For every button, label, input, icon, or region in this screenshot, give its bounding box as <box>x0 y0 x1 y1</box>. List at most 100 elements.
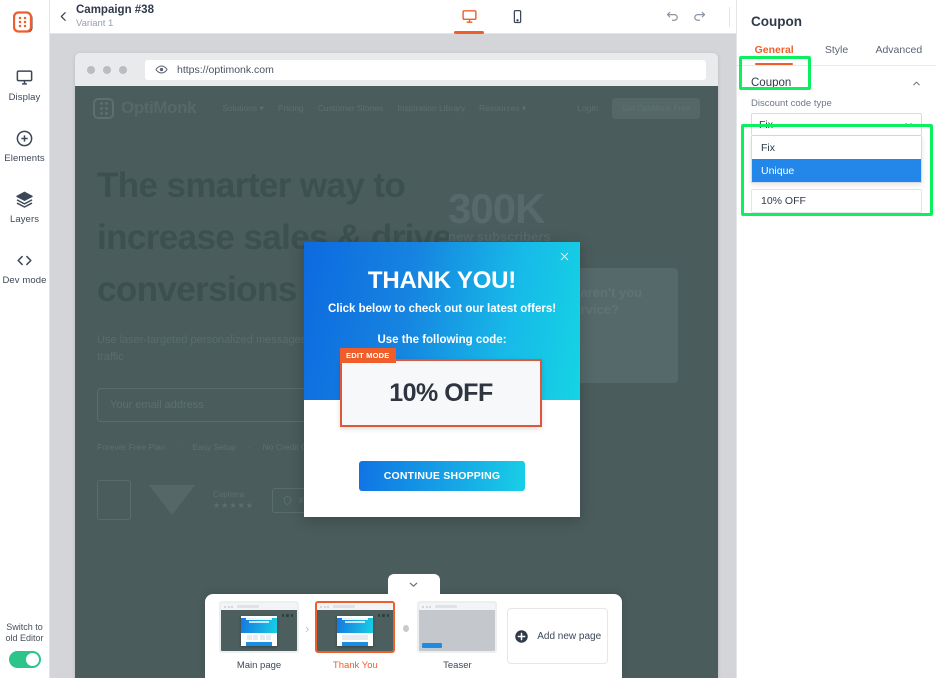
settings-panel: Coupon General Style Advanced Coupon Dis… <box>736 0 936 678</box>
discount-code-type-select[interactable]: Fix <box>751 113 922 136</box>
page-card-teaser[interactable]: Teaser <box>417 601 498 671</box>
sidebar-item-layers[interactable]: Layers <box>0 188 49 225</box>
tray-arrow-icon: › <box>305 620 310 636</box>
undo-icon[interactable] <box>665 9 680 24</box>
discount-code-type-label: Discount code type <box>751 98 832 109</box>
window-dots <box>87 65 127 74</box>
page-card-thank-you[interactable]: Thank You <box>315 601 396 671</box>
award-badge-icon <box>97 480 131 520</box>
page-card-main[interactable]: Main page <box>219 601 299 671</box>
page-thumbnail <box>219 601 299 653</box>
hero-meta-item: Easy Setup <box>192 442 236 452</box>
hero-meta-sep: · <box>247 442 251 452</box>
device-desktop-button[interactable] <box>454 0 484 34</box>
panel-tabs: General Style Advanced <box>737 37 936 66</box>
continue-shopping-button[interactable]: CONTINUE SHOPPING <box>359 461 525 491</box>
page-title: Campaign #38 <box>76 3 154 16</box>
tray-collapse-handle[interactable] <box>387 574 440 596</box>
option-unique[interactable]: Unique <box>752 159 921 182</box>
coupon-code-text: 10% OFF <box>389 378 493 407</box>
tray-dot-icon <box>403 624 410 632</box>
edit-mode-badge: EDIT MODE <box>340 348 397 363</box>
hero-meta-sep: · <box>177 442 181 452</box>
popup-code-intro: Use the following code: <box>377 334 507 346</box>
tab-style[interactable]: Style <box>805 37 867 65</box>
hero-meta-item: Forever Free Plan <box>97 442 166 452</box>
nav-link[interactable]: Resources ▾ <box>479 103 526 114</box>
page-label: Teaser <box>443 660 472 671</box>
browser-chrome-bar: https://optimonk.com <box>75 53 718 86</box>
page-label: Main page <box>236 660 282 671</box>
rail-nav: Display Elements Layers Dev mode <box>0 66 49 310</box>
chevron-down-icon <box>903 119 914 130</box>
layers-icon <box>15 188 34 210</box>
editor-app: Display Elements Layers Dev mode Switch … <box>0 0 936 678</box>
stat-number: 300K <box>448 185 545 232</box>
switch-editor-toggle[interactable] <box>8 651 41 668</box>
coupon-section-header[interactable]: Coupon <box>737 66 936 98</box>
toolbar-divider <box>728 6 730 27</box>
diamond-badge-icon <box>149 485 195 515</box>
site-brand: OptiMonk <box>121 98 197 117</box>
history-controls <box>665 9 719 24</box>
sidebar-item-dev-mode[interactable]: Dev mode <box>0 249 49 286</box>
optimonk-mark-icon <box>93 97 114 119</box>
optimonk-logo-icon[interactable] <box>12 10 38 36</box>
tab-advanced[interactable]: Advanced <box>868 37 930 65</box>
sidebar-item-label: Display <box>8 92 41 103</box>
option-fix[interactable]: Fix <box>752 136 921 159</box>
site-cta-button[interactable]: Get OptiMonk Free <box>611 97 700 119</box>
coupon-element[interactable]: EDIT MODE 10% OFF <box>340 348 542 427</box>
page-thumbnail <box>417 601 498 653</box>
shield-icon <box>282 495 293 506</box>
close-icon[interactable] <box>558 250 571 263</box>
discount-code-type-options: Fix Unique <box>751 136 922 183</box>
main-area: Campaign #38 Variant 1 https://optimonk.… <box>50 0 936 678</box>
add-new-page-button[interactable]: Add new page <box>507 608 608 664</box>
popup-heading: THANK YOU! <box>367 267 517 294</box>
site-nav-actions: Login Get OptiMonk Free <box>577 97 700 119</box>
eye-icon <box>155 63 168 76</box>
add-new-page-label: Add new page <box>537 630 602 642</box>
nav-link[interactable]: Pricing <box>278 103 304 114</box>
site-logo: OptiMonk <box>93 97 197 119</box>
capterra-badge: Capterra ★★★★★ <box>213 490 254 510</box>
popup-subheading: Click below to check out our latest offe… <box>327 303 557 315</box>
variant-label: Variant 1 <box>76 17 114 29</box>
chevron-up-icon[interactable] <box>911 78 922 89</box>
page-thumbnail <box>315 601 396 653</box>
nav-link[interactable]: Solutions ▾ <box>222 103 264 114</box>
site-nav-links: Solutions ▾ Pricing Customer Stories Ins… <box>222 103 526 114</box>
nav-link[interactable]: Inspiration Library <box>397 103 465 114</box>
nav-link[interactable]: Customer Stories <box>318 103 384 114</box>
switch-editor-label: Switch to old Editor <box>5 622 44 643</box>
tab-general[interactable]: General <box>743 37 805 65</box>
discount-code-type-group: Discount code type Fix Fix Unique 10% OF… <box>737 98 936 213</box>
sidebar-item-label: Elements <box>4 153 45 164</box>
monitor-icon <box>15 66 34 88</box>
pages-tray: Main page › Thank You Teaser Add new pag… <box>205 574 622 678</box>
panel-title: Coupon <box>751 14 802 29</box>
sidebar-item-elements[interactable]: Elements <box>0 127 49 164</box>
editor-canvas: https://optimonk.com OptiMonk Solutions … <box>50 34 736 678</box>
campaign-title-group: Campaign #38 Variant 1 <box>76 4 154 30</box>
code-brackets-icon <box>15 249 34 271</box>
device-mobile-button[interactable] <box>504 0 530 34</box>
switch-editor-group: Switch to old Editor <box>0 622 49 668</box>
coupon-box[interactable]: 10% OFF <box>340 359 542 427</box>
plus-circle-filled-icon <box>514 629 529 644</box>
thank-you-popup: THANK YOU! Click below to check out our … <box>304 242 580 517</box>
plus-circle-icon <box>15 127 34 149</box>
page-label: Thank You <box>332 660 378 671</box>
sidebar-item-display[interactable]: Display <box>0 66 49 103</box>
url-text: https://optimonk.com <box>177 63 274 76</box>
left-rail: Display Elements Layers Dev mode Switch … <box>0 0 50 678</box>
coupon-section-title: Coupon <box>751 77 792 89</box>
site-login-link[interactable]: Login <box>577 103 598 113</box>
back-chevron-icon[interactable] <box>50 10 76 23</box>
coupon-code-input[interactable]: 10% OFF <box>751 189 922 213</box>
redo-icon[interactable] <box>692 9 707 24</box>
sidebar-item-label: Layers <box>9 214 40 225</box>
browser-url-bar[interactable]: https://optimonk.com <box>145 59 706 80</box>
sidebar-item-label: Dev mode <box>2 275 47 286</box>
